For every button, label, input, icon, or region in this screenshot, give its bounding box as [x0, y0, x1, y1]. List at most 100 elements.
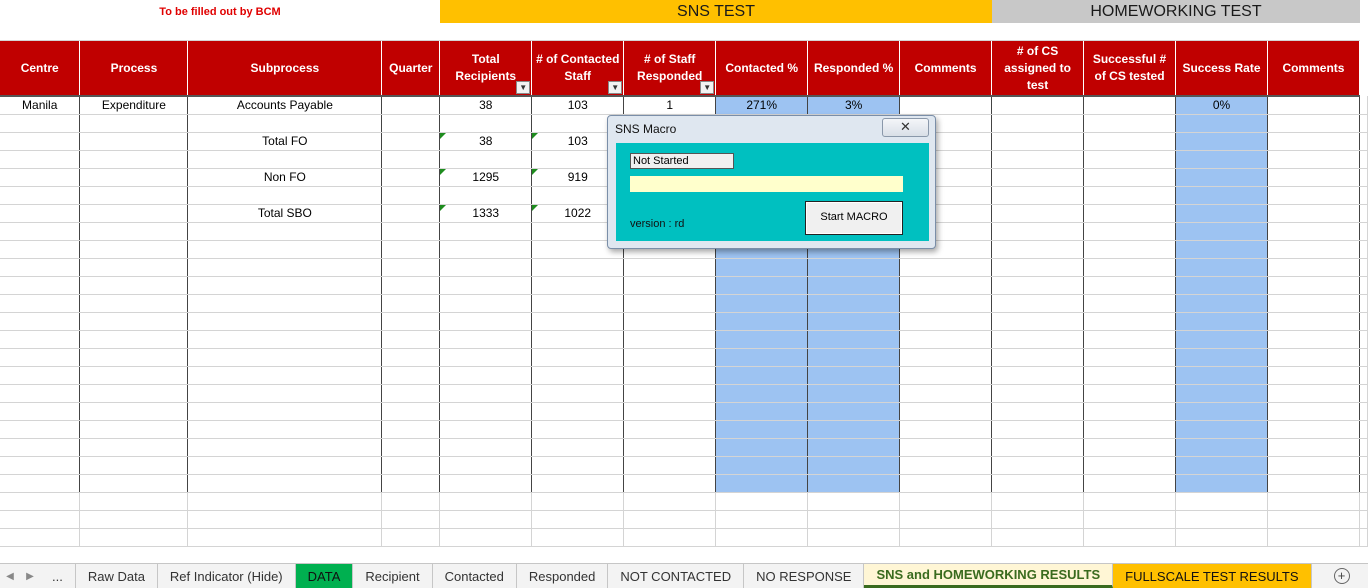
scroll-right-icon[interactable]: ▶ — [20, 564, 40, 588]
grid-cell[interactable] — [187, 510, 383, 529]
grid-cell[interactable] — [991, 240, 1085, 259]
grid-cell[interactable] — [1267, 330, 1360, 349]
grid-cell[interactable] — [79, 528, 189, 547]
grid-cell[interactable] — [187, 384, 383, 403]
grid-cell[interactable] — [381, 456, 441, 475]
grid-cell[interactable] — [1267, 528, 1360, 547]
grid-cell[interactable] — [79, 402, 189, 421]
header-success-rate[interactable]: Success Rate — [1175, 41, 1268, 97]
grid-cell[interactable] — [715, 366, 809, 385]
sheet-tab-responded[interactable]: Responded — [517, 564, 609, 588]
grid-cell[interactable] — [1267, 384, 1360, 403]
grid-cell[interactable]: Total SBO — [187, 204, 383, 223]
grid-cell[interactable] — [187, 186, 383, 205]
grid-cell[interactable] — [1083, 420, 1177, 439]
grid-cell[interactable] — [807, 276, 901, 295]
grid-cell[interactable] — [899, 312, 993, 331]
grid-cell[interactable]: Total FO — [187, 132, 383, 151]
grid-cell[interactable] — [0, 420, 81, 439]
grid-cell[interactable] — [1267, 366, 1360, 385]
grid-cell[interactable] — [439, 240, 533, 259]
grid-cell[interactable] — [439, 510, 533, 529]
grid-cell[interactable] — [79, 114, 189, 133]
grid-cell[interactable] — [1175, 222, 1268, 241]
grid-cell[interactable] — [1083, 222, 1177, 241]
grid-cell[interactable] — [807, 312, 901, 331]
header-cs-successful[interactable]: Successful # of CS tested — [1083, 41, 1177, 97]
grid-cell[interactable] — [991, 132, 1085, 151]
grid-cell[interactable] — [439, 330, 533, 349]
grid-cell[interactable] — [1175, 438, 1268, 457]
header-subprocess[interactable]: Subprocess — [187, 41, 383, 97]
grid-cell[interactable] — [381, 420, 441, 439]
grid-cell[interactable] — [715, 456, 809, 475]
grid-cell[interactable] — [1083, 384, 1177, 403]
grid-cell[interactable] — [623, 366, 717, 385]
grid-cell[interactable] — [715, 330, 809, 349]
grid-cell[interactable] — [1083, 510, 1177, 529]
grid-cell[interactable] — [1175, 240, 1268, 259]
grid-cell[interactable] — [807, 366, 901, 385]
grid-cell[interactable] — [899, 438, 993, 457]
grid-cell[interactable] — [807, 258, 901, 277]
grid-cell[interactable]: 1295 — [439, 168, 533, 187]
grid-cell[interactable] — [187, 276, 383, 295]
grid-cell[interactable] — [1267, 294, 1360, 313]
grid-cell[interactable] — [381, 312, 441, 331]
grid-cell[interactable] — [991, 528, 1085, 547]
grid-cell[interactable] — [79, 222, 189, 241]
grid-cell[interactable] — [807, 330, 901, 349]
header-centre[interactable]: Centre — [0, 41, 81, 97]
grid-cell[interactable] — [1175, 168, 1268, 187]
grid-cell[interactable] — [0, 186, 81, 205]
grid-cell[interactable] — [0, 258, 81, 277]
grid-cell[interactable] — [79, 294, 189, 313]
grid-cell[interactable] — [715, 438, 809, 457]
grid-cell[interactable] — [1083, 456, 1177, 475]
filter-active-icon[interactable]: ▼ — [516, 81, 531, 94]
grid-cell[interactable] — [381, 150, 441, 169]
grid-cell[interactable] — [807, 456, 901, 475]
grid-cell[interactable] — [1267, 168, 1360, 187]
grid-cell[interactable] — [715, 294, 809, 313]
grid-cell[interactable]: Expenditure — [79, 96, 189, 115]
grid-cell[interactable]: Accounts Payable — [187, 96, 383, 115]
grid-cell[interactable] — [991, 204, 1085, 223]
grid-cell[interactable] — [187, 240, 383, 259]
grid-cell[interactable] — [79, 510, 189, 529]
header-comments-homeworking[interactable]: Comments — [1267, 41, 1360, 97]
grid-cell[interactable] — [531, 276, 625, 295]
grid-cell[interactable] — [1267, 492, 1360, 511]
grid-cell[interactable] — [0, 438, 81, 457]
grid-cell[interactable] — [439, 114, 533, 133]
start-macro-button[interactable]: Start MACRO — [805, 201, 903, 235]
grid-cell[interactable] — [0, 150, 81, 169]
grid-cell[interactable] — [991, 348, 1085, 367]
grid-cell[interactable] — [1083, 204, 1177, 223]
grid-cell[interactable] — [381, 222, 441, 241]
grid-cell[interactable] — [0, 222, 81, 241]
grid-cell[interactable] — [899, 294, 993, 313]
grid-cell[interactable] — [439, 258, 533, 277]
header-cs-assigned[interactable]: # of CS assigned to test — [991, 41, 1085, 97]
grid-cell[interactable] — [1083, 168, 1177, 187]
grid-cell[interactable] — [1083, 114, 1177, 133]
grid-cell[interactable] — [1083, 366, 1177, 385]
sheet-tab-more[interactable]: ... — [40, 564, 76, 588]
grid-cell[interactable] — [991, 150, 1085, 169]
grid-cell[interactable] — [1267, 510, 1360, 529]
grid-cell[interactable] — [715, 276, 809, 295]
grid-cell[interactable] — [381, 168, 441, 187]
grid-cell[interactable] — [991, 330, 1085, 349]
grid-cell[interactable] — [1267, 222, 1360, 241]
grid-cell[interactable] — [381, 492, 441, 511]
sheet-tab-contacted[interactable]: Contacted — [433, 564, 517, 588]
grid-cell[interactable]: 38 — [439, 96, 533, 115]
grid-cell[interactable] — [1083, 330, 1177, 349]
grid-cell[interactable] — [439, 222, 533, 241]
grid-cell[interactable] — [991, 258, 1085, 277]
grid-cell[interactable] — [899, 420, 993, 439]
grid-cell[interactable] — [79, 474, 189, 493]
sheet-tab-raw-data[interactable]: Raw Data — [76, 564, 158, 588]
grid-cell[interactable] — [623, 294, 717, 313]
